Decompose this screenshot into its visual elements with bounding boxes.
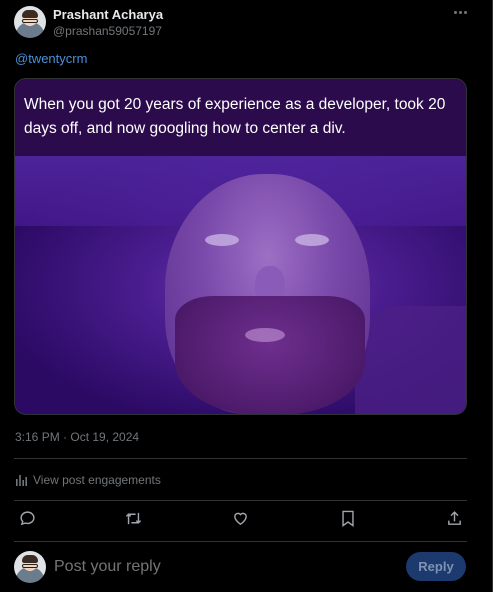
- user-avatar[interactable]: [14, 551, 46, 583]
- mention-link[interactable]: @twentycrm: [15, 51, 87, 66]
- meme-image: [15, 156, 466, 414]
- reply-button[interactable]: Reply: [406, 552, 466, 581]
- post-media[interactable]: When you got 20 years of experience as a…: [14, 78, 467, 415]
- more-icon[interactable]: [451, 5, 469, 19]
- author-handle[interactable]: @prashan59057197: [53, 24, 162, 38]
- view-engagements-label: View post engagements: [33, 473, 161, 487]
- divider: [14, 500, 467, 501]
- view-engagements-link[interactable]: View post engagements: [15, 473, 161, 487]
- reply-icon[interactable]: [19, 510, 36, 527]
- divider: [14, 541, 467, 542]
- reply-input[interactable]: [54, 558, 384, 576]
- media-caption: When you got 20 years of experience as a…: [24, 96, 446, 137]
- author-name[interactable]: Prashant Acharya: [53, 7, 163, 22]
- bookmark-icon[interactable]: [340, 510, 356, 527]
- post-timestamp[interactable]: 3:16 PM · Oct 19, 2024: [15, 430, 139, 444]
- chart-icon: [16, 475, 27, 486]
- share-icon[interactable]: [446, 510, 463, 527]
- like-icon[interactable]: [232, 510, 249, 527]
- author-avatar[interactable]: [14, 6, 46, 38]
- repost-icon[interactable]: [124, 510, 143, 527]
- divider: [14, 458, 467, 459]
